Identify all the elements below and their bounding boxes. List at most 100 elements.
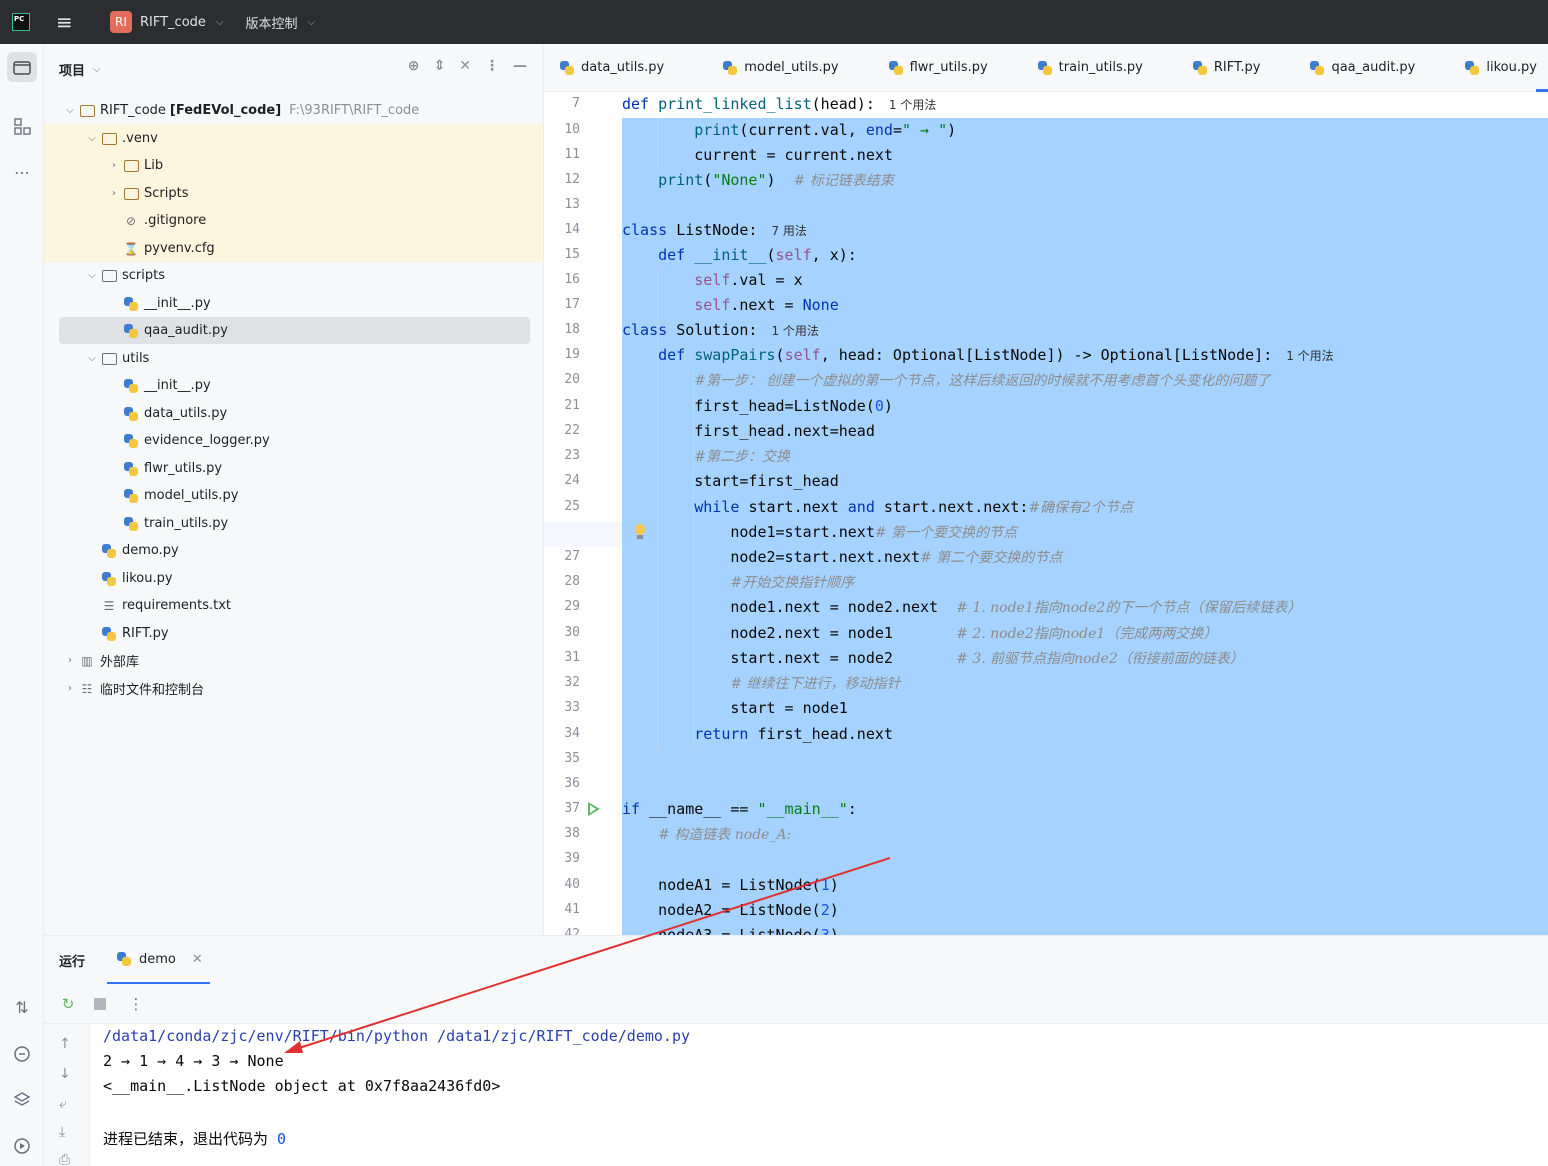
tree-item[interactable]: data_utils.py [106, 400, 227, 427]
scroll-to-end-icon[interactable]: ⤓ [59, 1124, 65, 1140]
structure-icon[interactable] [7, 111, 37, 141]
python-console-icon[interactable] [7, 1039, 37, 1069]
line-number: 41 [564, 902, 580, 917]
code-line-21: first_head=ListNode(0) [622, 397, 893, 415]
code-comment: # 3. 前驱节点指向node2（衔接前面的链表） [956, 651, 1244, 667]
editor-tab[interactable]: RIFT.py [1163, 44, 1281, 92]
tree-item[interactable]: demo.py [84, 537, 179, 564]
tree-item-module-name: [FedEVol_code] [169, 103, 282, 118]
editor-tab[interactable]: model_utils.py [696, 44, 858, 92]
usage-hint[interactable]: 7 用法 [771, 224, 806, 238]
tree-item[interactable]: ⌵ scripts [84, 262, 165, 289]
line-number: 38 [564, 826, 580, 841]
code-editor[interactable]: 7101112131415161718192021222324252627282… [544, 92, 1548, 935]
usage-hint[interactable]: 1 个用法 [1286, 349, 1333, 363]
chevron-down-icon[interactable]: ⌵ [62, 105, 78, 116]
usage-hint[interactable]: 1 个用法 [889, 98, 936, 112]
tree-item-label: model_utils.py [144, 488, 239, 503]
tree-item[interactable]: __init__.py [106, 290, 211, 317]
code-comment: # 第二个要交换的节点 [920, 550, 1063, 566]
tree-item[interactable]: likou.py [84, 565, 173, 592]
tree-item[interactable]: RIFT.py [84, 620, 169, 647]
close-icon[interactable]: ✕ [192, 952, 203, 967]
vcs-menu[interactable]: 版本控制 [246, 13, 298, 32]
tree-item-label: likou.py [122, 571, 173, 586]
project-panel: 项目 ⌵ ⊕ ⇕ ✕ ⋮ — ⌵ RIFT_code [FedEVol_code] F… [44, 44, 544, 935]
main-menu-icon[interactable]: ≡ [56, 10, 76, 34]
code-line-31: start.next = node2 # 3. 前驱节点指向node2（衔接前面… [622, 649, 1244, 667]
chevron-down-icon[interactable]: ⌵ [84, 270, 100, 281]
editor-tab[interactable]: train_utils.py [1008, 44, 1163, 92]
run-tab-demo[interactable]: demo ✕ [107, 936, 210, 984]
options-menu-icon[interactable]: ⋮ [485, 58, 499, 74]
stop-icon[interactable] [92, 996, 108, 1012]
chevron-right-icon[interactable]: › [62, 683, 78, 694]
line-number: 13 [564, 197, 580, 212]
line-number: 35 [564, 751, 580, 766]
chevron-down-icon[interactable]: ⌵ [84, 133, 100, 144]
chevron-down-icon[interactable]: ⌵ [216, 17, 224, 28]
soft-wrap-icon[interactable]: ⤶ [59, 1096, 67, 1112]
tree-item[interactable]: ⌵ .venv [84, 125, 158, 152]
editor-tab[interactable]: flwr_utils.py [859, 44, 1008, 92]
arrow-down-icon[interactable]: ↓ [59, 1066, 71, 1082]
code-line-27: node2=start.next.next# 第二个要交换的节点 [622, 548, 1063, 566]
line-number: 42 [564, 927, 580, 935]
editor-tab[interactable]: likou.py [1435, 44, 1548, 92]
tree-item[interactable]: › Scripts [106, 180, 188, 207]
rerun-icon[interactable]: ↻ [60, 995, 76, 1013]
python-file-icon [100, 543, 118, 559]
project-name[interactable]: RIFT_code [140, 15, 206, 30]
current-line-highlight [544, 522, 622, 547]
tree-item[interactable]: › ▥ 外部库 [62, 647, 139, 674]
python-file-icon [122, 406, 140, 422]
line-number: 39 [564, 851, 580, 866]
more-tools-icon[interactable]: ⋯ [7, 157, 37, 187]
chevron-down-icon[interactable]: ⌵ [93, 64, 101, 75]
line-number: 23 [564, 448, 580, 463]
editor-tab[interactable]: data_utils.py [544, 44, 696, 92]
editor-tab[interactable]: qaa_audit.py [1280, 44, 1435, 92]
console-command[interactable]: /data1/conda/zjc/env/RIFT/bin/python /da… [103, 1027, 690, 1045]
tree-item[interactable]: ⌵ RIFT_code [FedEVol_code] F:\93RIFT\RIFT_c… [62, 97, 419, 124]
chevron-down-icon[interactable]: ⌵ [308, 17, 316, 28]
project-panel-title[interactable]: 项目 [59, 60, 85, 79]
tree-item[interactable]: __init__.py [106, 372, 211, 399]
tree-item[interactable]: ☰ requirements.txt [84, 592, 231, 619]
tree-item-label: flwr_utils.py [144, 461, 223, 476]
tree-item[interactable]: qaa_audit.py [106, 317, 228, 344]
chevron-right-icon[interactable]: › [106, 160, 122, 171]
layers-icon[interactable] [7, 1085, 37, 1115]
code-comment: #第一步： 创建一个虚拟的第一个节点，这样后续返回的时候就不用考虑首个头变化的问… [694, 373, 1271, 389]
hide-panel-icon[interactable]: — [513, 58, 527, 74]
tree-item[interactable]: ⌛ pyvenv.cfg [106, 235, 215, 262]
locate-file-icon[interactable]: ⊕ [408, 58, 420, 74]
tree-item-label: utils [122, 351, 150, 366]
chevron-down-icon[interactable]: ⌵ [84, 353, 100, 364]
chevron-right-icon[interactable]: › [62, 655, 78, 666]
print-icon[interactable]: ⎙ [59, 1152, 70, 1166]
ignore-file-icon: ⊘ [125, 213, 137, 228]
tree-item[interactable]: model_utils.py [106, 482, 238, 509]
project-badge[interactable]: RI [110, 11, 132, 33]
tree-item[interactable]: flwr_utils.py [106, 455, 222, 482]
console-output-line: 2 → 1 → 4 → 3 → None [103, 1052, 284, 1070]
chevron-right-icon[interactable]: › [106, 188, 122, 199]
code-line-18: class Solution: 1 个用法 [622, 321, 819, 339]
package-icon [100, 351, 118, 367]
tree-item[interactable]: › ☷ 临时文件和控制台 [62, 675, 204, 702]
usage-hint[interactable]: 1 个用法 [771, 324, 818, 338]
project-folder-icon[interactable] [7, 52, 37, 82]
vcs-commit-icon[interactable]: ⇅ [7, 992, 37, 1022]
more-options-icon[interactable]: ⋮ [128, 995, 144, 1013]
tree-item[interactable]: ⌵ utils [84, 345, 149, 372]
services-run-icon[interactable] [7, 1131, 37, 1161]
tree-item[interactable]: train_utils.py [106, 510, 228, 537]
tree-item[interactable]: › Lib [106, 152, 163, 179]
line-number: 10 [564, 122, 580, 137]
collapse-all-icon[interactable]: ✕ [459, 58, 471, 74]
expand-all-icon[interactable]: ⇕ [434, 58, 446, 74]
arrow-up-icon[interactable]: ↑ [59, 1036, 71, 1052]
tree-item[interactable]: evidence_logger.py [106, 427, 270, 454]
tree-item[interactable]: ⊘ .gitignore [106, 207, 206, 234]
